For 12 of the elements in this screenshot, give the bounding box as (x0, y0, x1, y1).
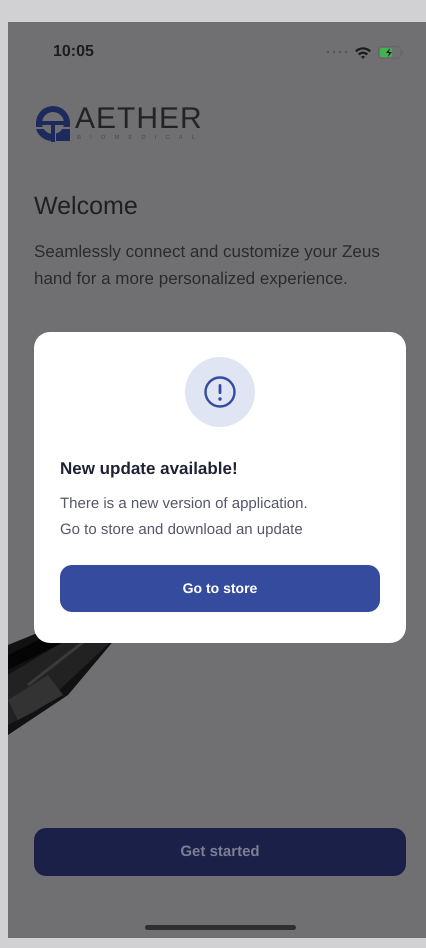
dialog-message: There is a new version of application. (60, 494, 309, 514)
welcome-title: Welcome (33, 191, 139, 222)
dialog-title: New update available! (60, 458, 239, 480)
go-to-store-button[interactable]: Go to store (60, 564, 380, 612)
dialog-message: Go to store and download an update (60, 520, 304, 540)
battery-icon (378, 46, 404, 58)
welcome-text: Seamlessly connect and customize your Zeus hand for a more personalized experience. (33, 240, 381, 290)
status-time: 10:05 (53, 42, 94, 62)
logo-icon (34, 104, 72, 142)
get-started-button[interactable]: Get started (34, 828, 406, 876)
wifi-icon (354, 46, 372, 58)
logo-wordmark: AETHER (75, 104, 204, 134)
